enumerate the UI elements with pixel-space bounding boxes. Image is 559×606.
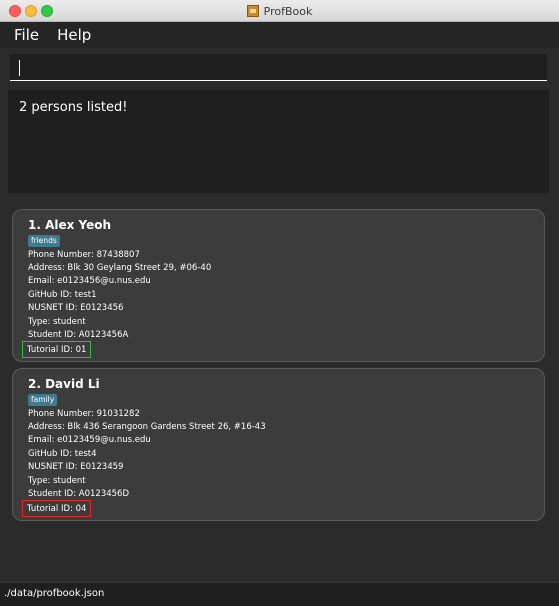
person-card[interactable]: 1. Alex Yeoh friends Phone Number: 87438…: [12, 209, 545, 362]
tutorial-id-highlight: Tutorial ID: 04: [22, 500, 92, 517]
person-nusnet: NUSNET ID: E0123456: [28, 303, 124, 313]
person-name: 1. Alex Yeoh: [28, 218, 112, 232]
window-title-text: ProfBook: [263, 4, 313, 18]
person-github: GitHub ID: test1: [28, 290, 97, 300]
person-tag: friends: [28, 235, 60, 247]
text-caret: [19, 60, 20, 76]
person-email: Email: e0123459@u.nus.edu: [28, 435, 151, 445]
command-area: [0, 48, 559, 88]
person-student-id: Student ID: A0123456A: [28, 330, 129, 340]
person-tutorial-id: Tutorial ID: 01: [27, 344, 87, 355]
command-input[interactable]: [10, 54, 547, 81]
person-address: Address: Blk 436 Serangoon Gardens Stree…: [28, 422, 266, 432]
window-title: ProfBook: [0, 0, 559, 22]
person-type: Type: student: [28, 317, 86, 327]
person-tutorial-id: Tutorial ID: 04: [27, 503, 87, 514]
person-list[interactable]: 1. Alex Yeoh friends Phone Number: 87438…: [0, 198, 559, 582]
person-type: Type: student: [28, 476, 86, 486]
title-bar: ProfBook: [0, 0, 559, 22]
person-github: GitHub ID: test4: [28, 449, 97, 459]
menu-file[interactable]: File: [14, 26, 39, 44]
person-card[interactable]: 2. David Li family Phone Number: 9103128…: [12, 368, 545, 521]
result-display: 2 persons listed!: [8, 90, 549, 193]
app-icon: [246, 5, 259, 17]
person-tag: family: [28, 394, 58, 406]
person-phone: Phone Number: 91031282: [28, 409, 140, 419]
menu-bar: File Help: [0, 22, 559, 48]
menu-help[interactable]: Help: [57, 26, 91, 44]
person-name: 2. David Li: [28, 377, 100, 391]
result-message: 2 persons listed!: [19, 100, 128, 115]
tutorial-id-highlight: Tutorial ID: 01: [22, 341, 92, 358]
person-phone: Phone Number: 87438807: [28, 250, 140, 260]
person-email: Email: e0123456@u.nus.edu: [28, 276, 151, 286]
status-bar: ./data/profbook.json: [0, 582, 559, 606]
person-nusnet: NUSNET ID: E0123459: [28, 462, 124, 472]
person-address: Address: Blk 30 Geylang Street 29, #06-4…: [28, 263, 212, 273]
save-location: ./data/profbook.json: [4, 588, 105, 599]
person-student-id: Student ID: A0123456D: [28, 489, 129, 499]
